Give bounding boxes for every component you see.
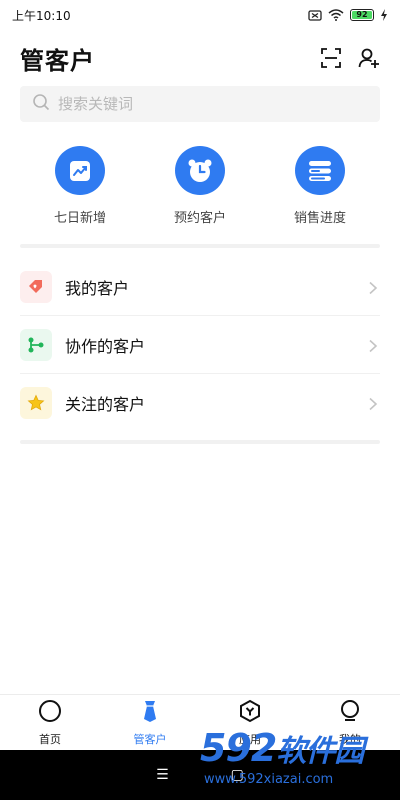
list-item-my-customers[interactable]: 我的客户 xyxy=(20,258,380,316)
chevron-right-icon xyxy=(366,280,380,294)
bottom-nav: 首页 管客户 应用 我的 xyxy=(0,694,400,750)
nav-item-manage-customers[interactable]: 管客户 xyxy=(100,695,200,750)
page-title: 管客户 xyxy=(20,46,95,75)
list-item-collaborative-customers[interactable]: 协作的客户 xyxy=(20,316,380,374)
header-actions xyxy=(320,47,380,69)
header: 管客户 xyxy=(20,38,380,78)
quick-action-label: 预约客户 xyxy=(173,211,226,226)
nav-label: 应用 xyxy=(239,732,261,746)
status-time: 上午10:10 xyxy=(12,8,71,23)
nav-item-apps[interactable]: 应用 xyxy=(200,695,300,750)
profile-icon xyxy=(338,699,362,727)
home-circle-icon xyxy=(38,699,62,727)
search-input[interactable] xyxy=(58,95,368,113)
nav-label: 我的 xyxy=(339,732,361,746)
charging-icon xyxy=(380,6,388,25)
list-item-label: 关注的客户 xyxy=(65,395,146,414)
system-nav-bar: ☰ ▢ xyxy=(0,750,400,800)
chevron-right-icon xyxy=(366,396,380,411)
scan-icon[interactable] xyxy=(320,47,342,69)
quick-action-label: 七日新增 xyxy=(53,211,106,226)
nav-label: 管客户 xyxy=(133,732,167,746)
search-bar[interactable] xyxy=(20,86,380,122)
list-item-followed-customers[interactable]: 关注的客户 xyxy=(20,374,380,432)
status-icons: 92 xyxy=(308,6,388,25)
menu-icon[interactable]: ☰ xyxy=(156,767,169,783)
wifi-icon xyxy=(328,6,344,25)
customer-list: 我的客户 协作的客户 关注的客户 xyxy=(20,258,380,432)
section-divider xyxy=(20,440,380,444)
list-item-label: 协作的客户 xyxy=(65,336,146,356)
battery-level: 92 xyxy=(356,10,368,19)
sim-icon xyxy=(308,6,322,25)
nav-item-home[interactable]: 首页 xyxy=(0,695,100,750)
quick-action-sales-progress[interactable]: 销售进度 xyxy=(260,146,380,226)
search-icon xyxy=(32,93,50,115)
home-square-icon[interactable]: ▢ xyxy=(231,767,244,783)
star-icon xyxy=(20,387,52,419)
heart-tag-icon xyxy=(20,270,52,303)
list-item-label: 我的客户 xyxy=(65,278,130,298)
quick-action-new-seven-days[interactable]: 七日新增 xyxy=(20,146,140,226)
apps-hexagon-icon xyxy=(238,699,262,727)
alarm-clock-icon xyxy=(175,146,225,195)
tie-icon xyxy=(138,699,162,727)
nav-item-mine[interactable]: 我的 xyxy=(300,695,400,750)
chevron-right-icon xyxy=(366,338,380,352)
quick-actions: 七日新增 预约客户 销售进度 xyxy=(20,146,380,226)
status-bar: 上午10:10 92 xyxy=(0,0,400,30)
section-divider xyxy=(20,244,380,248)
nav-label: 首页 xyxy=(39,732,61,746)
quick-action-label: 销售进度 xyxy=(293,211,346,226)
trend-chart-icon xyxy=(55,146,105,195)
quick-action-appointments[interactable]: 预约客户 xyxy=(140,146,260,226)
progress-list-icon xyxy=(295,146,345,195)
battery-icon: 92 xyxy=(350,9,374,21)
add-user-icon[interactable] xyxy=(358,47,380,69)
share-nodes-icon xyxy=(20,328,52,361)
